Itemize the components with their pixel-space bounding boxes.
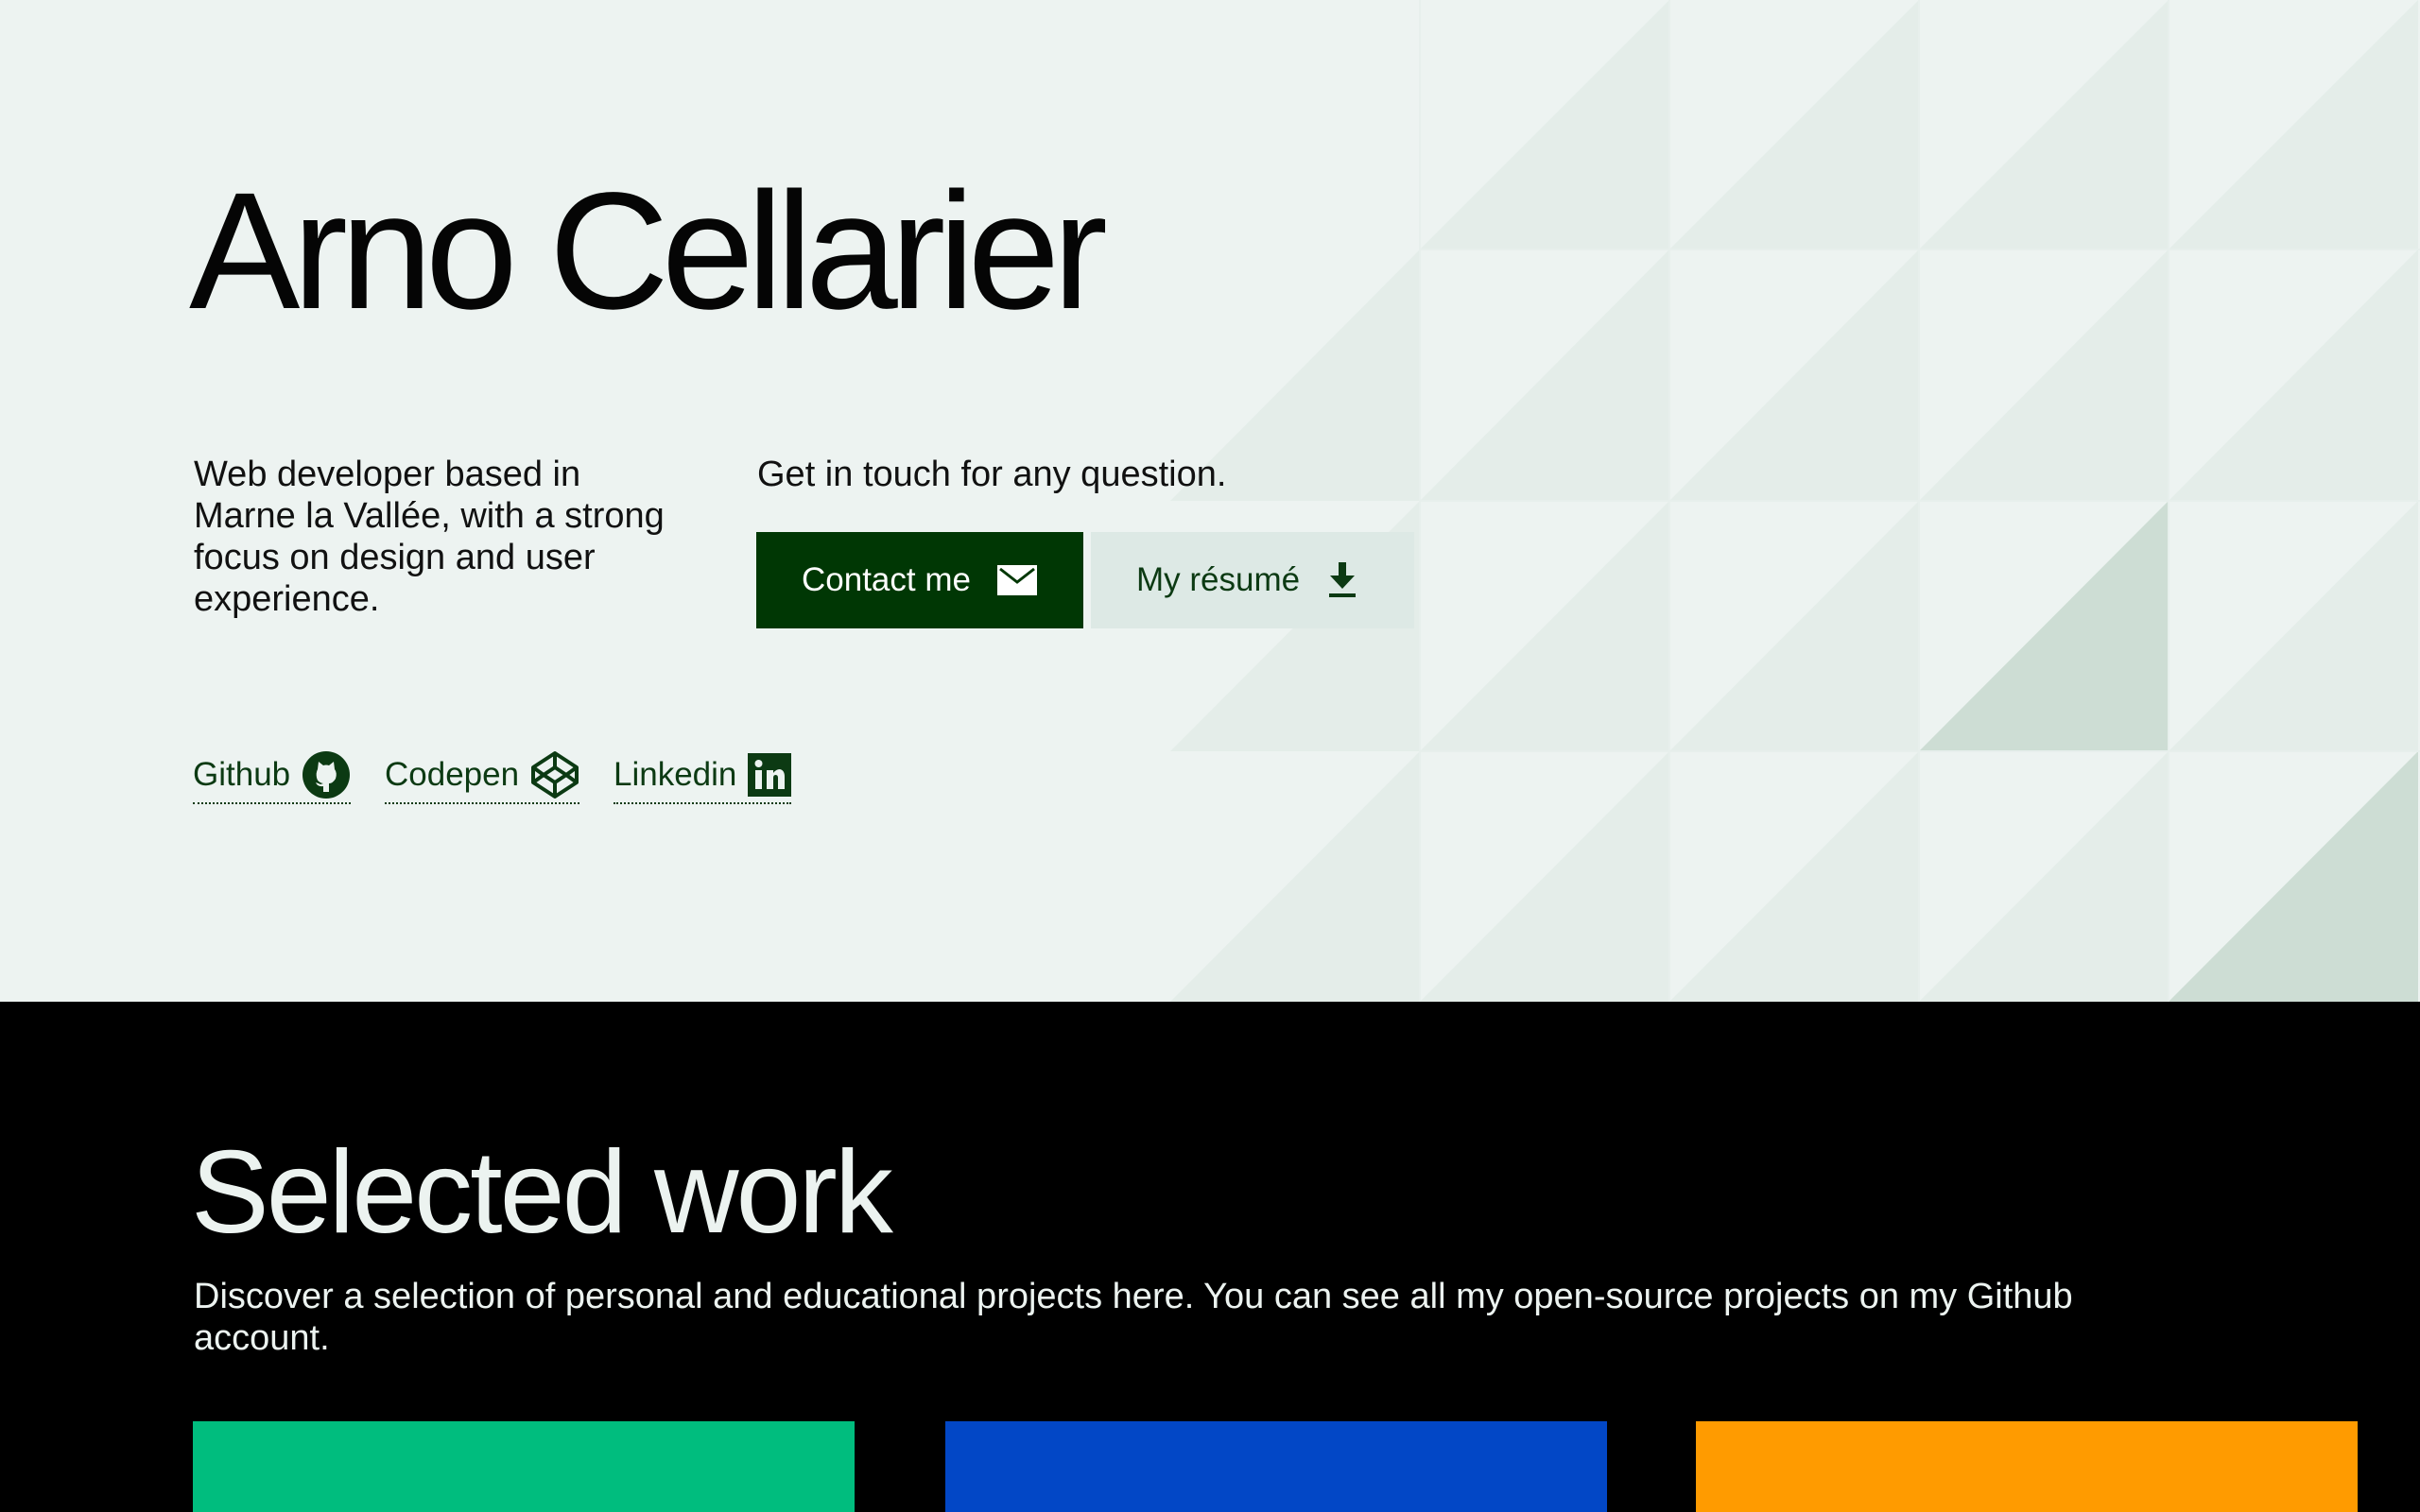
github-link[interactable]: Github (193, 750, 352, 804)
download-icon (1328, 562, 1357, 598)
resume-download-button[interactable]: My résumé (1091, 532, 1414, 628)
project-card[interactable] (1696, 1421, 2358, 1512)
section-title: Selected work (191, 1127, 893, 1258)
contact-me-label: Contact me (802, 561, 971, 598)
linkedin-link-label: Linkedin (614, 756, 737, 793)
github-icon (302, 750, 351, 799)
hero-section: Arno Cellarier Web developer based in Ma… (0, 0, 2420, 1002)
codepen-link[interactable]: Codepen (385, 750, 580, 804)
project-card[interactable] (945, 1421, 1607, 1512)
project-card[interactable] (193, 1421, 855, 1512)
codepen-icon (530, 750, 579, 799)
contact-me-button[interactable]: Contact me (756, 532, 1083, 628)
resume-label: My résumé (1136, 561, 1301, 598)
contact-prompt: Get in touch for any question. (757, 455, 1227, 494)
linkedin-link[interactable]: Linkedin (614, 751, 792, 804)
page-title: Arno Cellarier (189, 159, 1108, 344)
section-description: Discover a selection of personal and edu… (194, 1277, 2073, 1358)
mail-icon (996, 565, 1037, 595)
linkedin-icon (748, 753, 792, 797)
codepen-link-label: Codepen (385, 756, 520, 793)
github-link-label: Github (193, 756, 291, 793)
intro-description: Web developer based in Marne la Vallée, … (194, 455, 665, 619)
selected-work-section: Selected work Discover a selection of pe… (0, 1002, 2420, 1512)
